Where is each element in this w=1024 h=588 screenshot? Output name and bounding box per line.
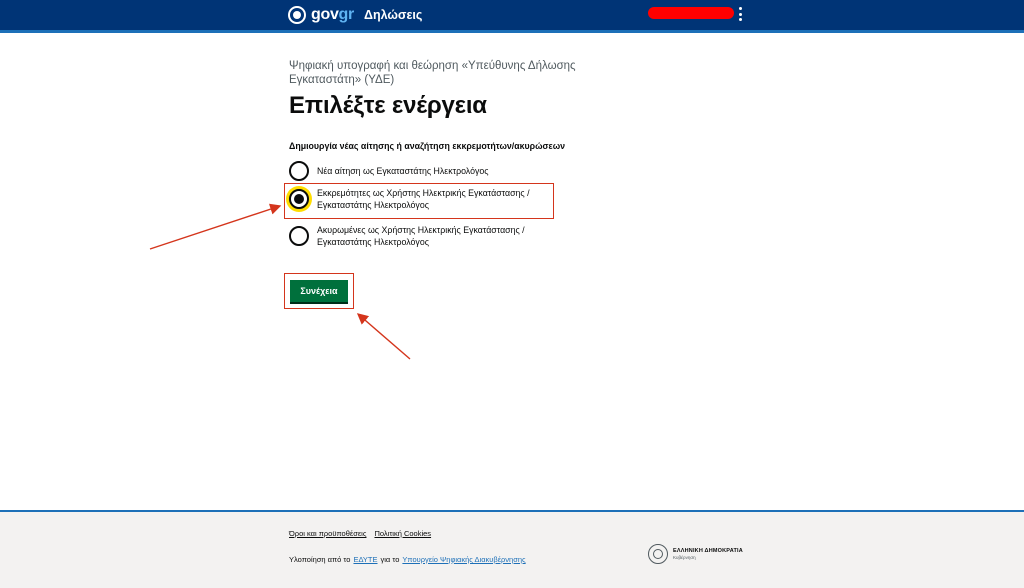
edyte-link[interactable]: ΕΔΥΤΕ <box>353 555 377 564</box>
footer-credit: Υλοποίηση από το ΕΔΥΤΕ για το Υπουργείο … <box>289 555 526 564</box>
page-caption: Ψηφιακή υπογραφή και θεώρηση «Υπεύθυνης … <box>289 60 576 86</box>
gov-logo-sub: Κυβέρνηση <box>673 555 696 560</box>
page-title: Επιλέξτε ενέργεια <box>289 92 487 119</box>
brand-gr-text: gr <box>338 6 355 23</box>
header-divider <box>0 30 1024 33</box>
radio-label: Ακυρωμένες ως Χρήστης Ηλεκτρικής Εγκατάσ… <box>317 225 525 247</box>
radio-label: Νέα αίτηση ως Εγκαταστάτης Ηλεκτρολόγος <box>317 166 489 176</box>
fieldset-legend: Δημιουργία νέας αίτησης ή αναζήτηση εκκρ… <box>289 141 566 151</box>
annotation-arrow-to-button <box>356 313 411 360</box>
annotation-arrow-to-option <box>149 203 282 250</box>
credit-prefix: Υλοποίηση από το <box>289 555 351 564</box>
gov-logo-name: ΕΛΛΗΝΙΚΗ ΔΗΜΟΚΡΑΤΙΑ <box>673 548 743 554</box>
annotation-highlight-button <box>284 273 354 309</box>
govgr-logo-link[interactable]: gov gr Δηλώσεις <box>288 5 422 25</box>
cookies-link[interactable]: Πολιτική Cookies <box>374 529 431 538</box>
greek-seal-icon <box>648 544 668 564</box>
radio-button[interactable] <box>289 161 309 181</box>
annotation-arrows <box>149 203 411 360</box>
footer-links: Όροι και προϋποθέσεις Πολιτική Cookies <box>289 529 431 538</box>
radio-option-new-application[interactable]: Νέα αίτηση ως Εγκαταστάτης Ηλεκτρολόγος <box>289 161 577 181</box>
hellenic-republic-logo: ΕΛΛΗΝΙΚΗ ΔΗΜΟΚΡΑΤΙΑ Κυβέρνηση <box>648 544 743 564</box>
gov-emblem-icon <box>288 6 306 24</box>
brand-gov-text: gov <box>311 6 339 23</box>
radio-option-cancelled[interactable]: Ακυρωμένες ως Χρήστης Ηλεκτρικής Εγκατάσ… <box>289 224 577 248</box>
site-footer <box>0 512 1024 588</box>
redacted-username <box>648 7 734 19</box>
terms-link[interactable]: Όροι και προϋποθέσεις <box>289 529 366 538</box>
credit-middle: για το <box>380 555 400 564</box>
annotation-highlight-option <box>284 183 554 219</box>
site-header: gov gr Δηλώσεις <box>0 0 1024 30</box>
ministry-link[interactable]: Υπουργείο Ψηφιακής Διακυβέρνησης <box>402 555 525 564</box>
kebab-menu-icon[interactable] <box>737 7 743 21</box>
radio-button[interactable] <box>289 226 309 246</box>
service-name[interactable]: Δηλώσεις <box>364 8 422 22</box>
